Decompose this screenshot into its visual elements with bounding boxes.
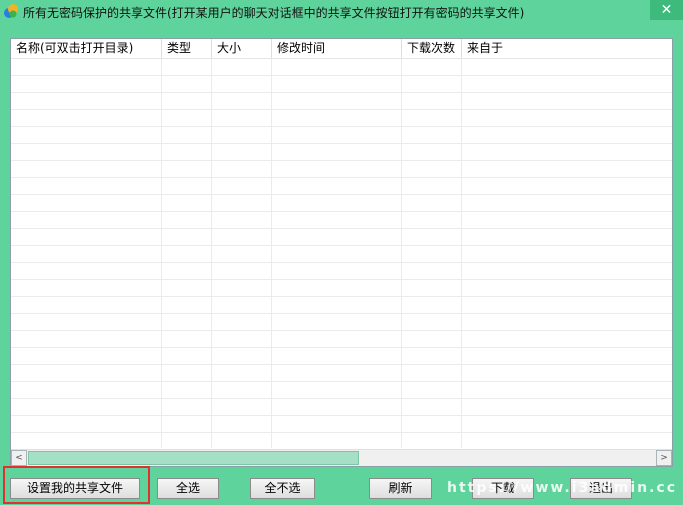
scroll-left-button[interactable]: < bbox=[11, 450, 27, 466]
title-bar: 所有无密码保护的共享文件(打开某用户的聊天对话框中的共享文件按钮打开有密码的共享… bbox=[0, 0, 683, 24]
column-header-modified[interactable]: 修改时间 bbox=[272, 39, 402, 58]
row-gridline bbox=[11, 245, 672, 246]
chevron-right-icon: > bbox=[660, 453, 668, 463]
list-rows bbox=[11, 58, 672, 448]
refresh-button[interactable]: 刷新 bbox=[369, 478, 432, 499]
column-divider bbox=[161, 58, 162, 448]
select-all-button[interactable]: 全选 bbox=[157, 478, 219, 499]
window-title: 所有无密码保护的共享文件(打开某用户的聊天对话框中的共享文件按钮打开有密码的共享… bbox=[23, 6, 525, 20]
horizontal-scrollbar[interactable]: < > bbox=[11, 449, 672, 466]
close-icon: ✕ bbox=[660, 2, 673, 18]
column-header-size[interactable]: 大小 bbox=[212, 39, 272, 58]
chevron-left-icon: < bbox=[15, 453, 23, 463]
row-gridline bbox=[11, 143, 672, 144]
row-gridline bbox=[11, 126, 672, 127]
row-gridline bbox=[11, 364, 672, 365]
close-button[interactable]: ✕ bbox=[650, 0, 683, 20]
set-my-shared-files-button[interactable]: 设置我的共享文件 bbox=[10, 478, 140, 499]
row-gridline bbox=[11, 381, 672, 382]
row-gridline bbox=[11, 330, 672, 331]
row-gridline bbox=[11, 211, 672, 212]
column-header-source[interactable]: 来自于 bbox=[462, 39, 672, 58]
scrollbar-thumb[interactable] bbox=[28, 451, 359, 465]
row-gridline bbox=[11, 228, 672, 229]
scroll-right-button[interactable]: > bbox=[656, 450, 672, 466]
column-header-type[interactable]: 类型 bbox=[162, 39, 212, 58]
row-gridline bbox=[11, 92, 672, 93]
app-icon bbox=[4, 4, 18, 18]
row-gridline bbox=[11, 160, 672, 161]
row-gridline bbox=[11, 279, 672, 280]
select-none-button[interactable]: 全不选 bbox=[250, 478, 315, 499]
list-header: 名称(可双击打开目录) 类型 大小 修改时间 下载次数 来自于 bbox=[11, 39, 672, 59]
column-divider bbox=[461, 58, 462, 448]
row-gridline bbox=[11, 109, 672, 110]
row-gridline bbox=[11, 75, 672, 76]
column-header-downloads[interactable]: 下载次数 bbox=[402, 39, 462, 58]
column-divider bbox=[401, 58, 402, 448]
row-gridline bbox=[11, 194, 672, 195]
row-gridline bbox=[11, 177, 672, 178]
column-divider bbox=[271, 58, 272, 448]
column-divider bbox=[211, 58, 212, 448]
row-gridline bbox=[11, 398, 672, 399]
watermark-text: https://www.i3admin.cc bbox=[447, 480, 678, 496]
row-gridline bbox=[11, 347, 672, 348]
row-gridline bbox=[11, 415, 672, 416]
shared-files-list[interactable]: 名称(可双击打开目录) 类型 大小 修改时间 下载次数 来自于 < > bbox=[10, 38, 673, 467]
row-gridline bbox=[11, 262, 672, 263]
column-header-name[interactable]: 名称(可双击打开目录) bbox=[11, 39, 162, 58]
row-gridline bbox=[11, 313, 672, 314]
row-gridline bbox=[11, 296, 672, 297]
row-gridline bbox=[11, 432, 672, 433]
